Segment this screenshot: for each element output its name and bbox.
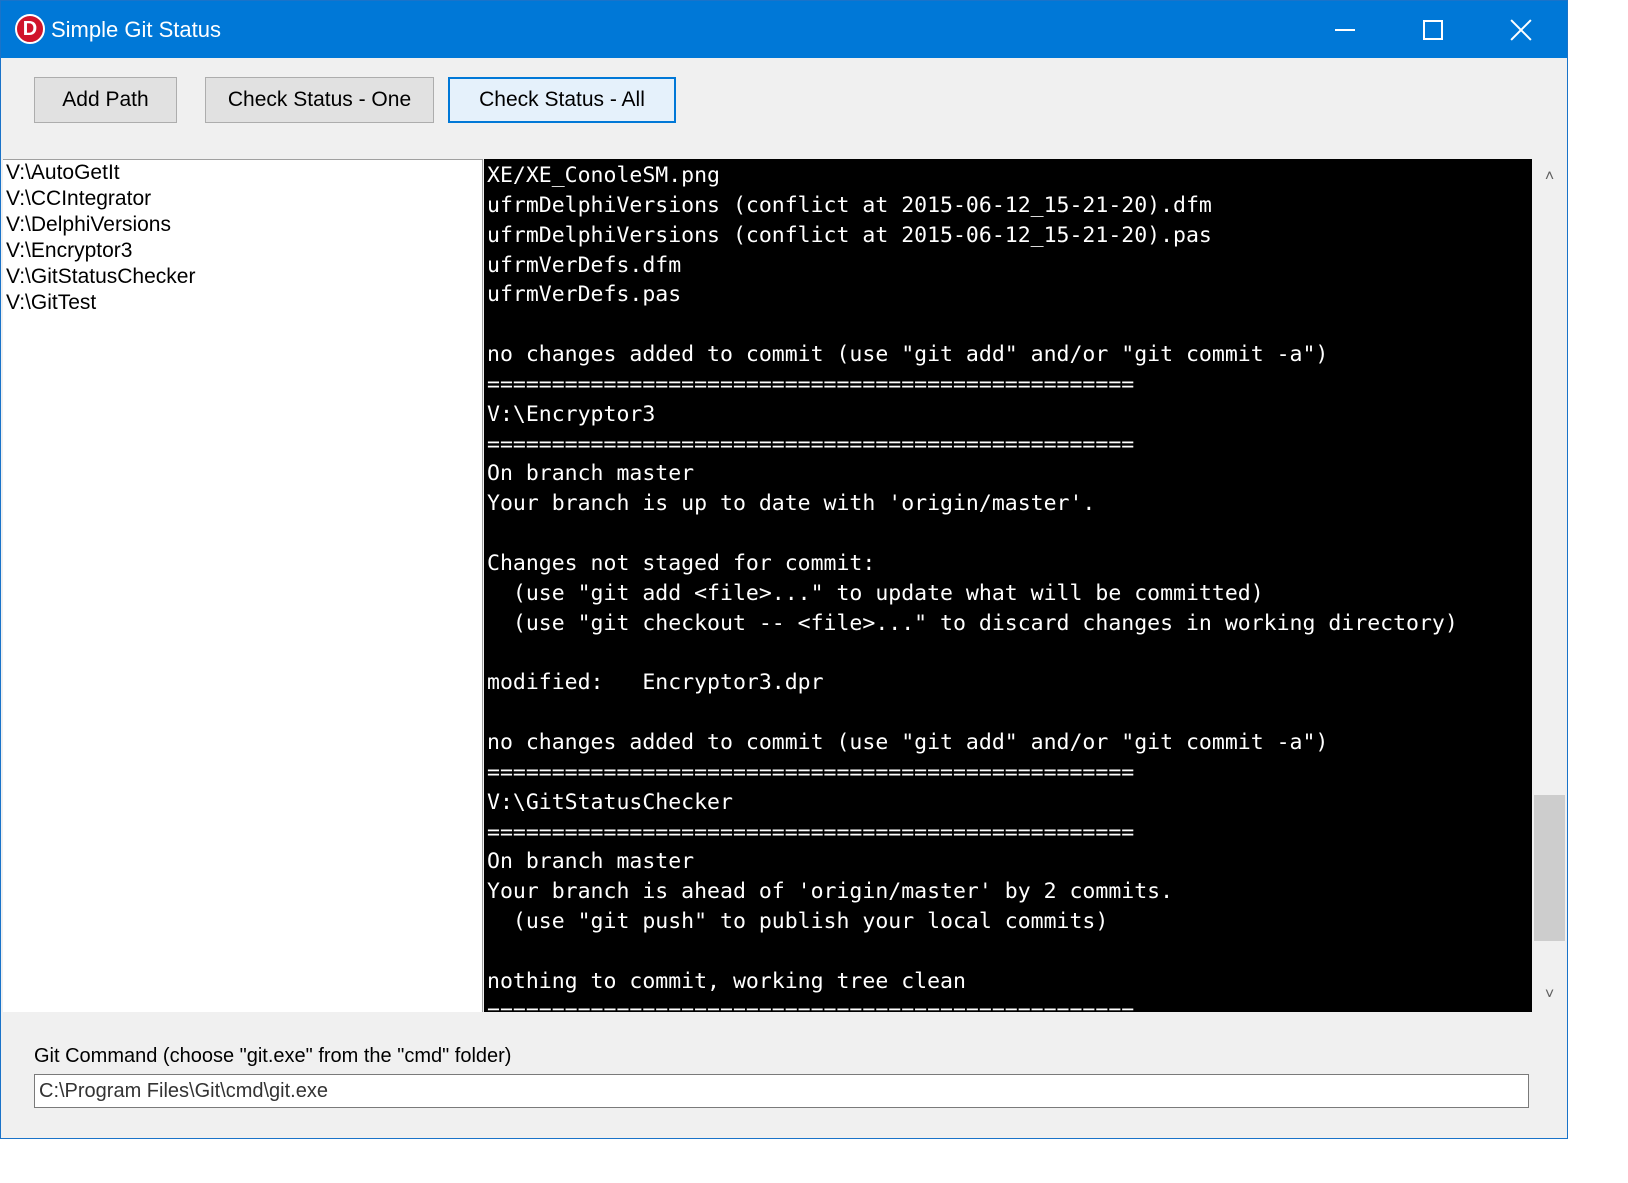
title-bar[interactable]: D Simple Git Status <box>1 1 1567 58</box>
maximize-icon <box>1423 19 1443 40</box>
console-line: On branch master <box>487 849 695 875</box>
console-line: V:\Encryptor3 <box>487 401 656 427</box>
console-line: Your branch is ahead of 'origin/master' … <box>487 879 1174 905</box>
console-text: XE/XE_ConoleSM.png ufrmDelphiVersions (co… <box>484 159 1532 1012</box>
window-title: Simple Git Status <box>51 17 221 42</box>
delphi-app-icon: D <box>15 14 45 44</box>
check-status-all-button[interactable]: Check Status - All <box>448 77 676 123</box>
console-line: Your branch is up to date with 'origin/m… <box>487 491 1096 517</box>
console-line: (use "git checkout -- <file>..." to disc… <box>487 610 1458 636</box>
console-line: nothing to commit, working tree clean <box>487 968 966 994</box>
output-console[interactable]: XE/XE_ConoleSM.png ufrmDelphiVersions (co… <box>484 159 1532 1012</box>
console-line: ========================================… <box>487 431 1135 457</box>
git-command-panel: Git Command (choose "git.exe" from the "… <box>3 1013 1567 1138</box>
console-line: ========================================… <box>487 759 1135 785</box>
console-line: On branch master <box>487 461 695 487</box>
close-button[interactable] <box>1476 1 1566 58</box>
app-window: D Simple Git Status Add Path Check Statu… <box>0 0 1568 1139</box>
check-status-one-button[interactable]: Check Status - One <box>205 77 434 123</box>
git-command-input[interactable] <box>34 1074 1529 1108</box>
path-list[interactable]: V:\AutoGetIt V:\CCIntegrator V:\DelphiVers… <box>3 159 483 1012</box>
path-list-item[interactable]: V:\GitStatusChecker <box>3 264 482 290</box>
scroll-down-arrow-icon[interactable]: ˅ <box>1532 977 1567 1012</box>
console-line: ========================================… <box>487 819 1135 845</box>
scroll-up-arrow-icon[interactable]: ˄ <box>1532 159 1567 194</box>
scroll-thumb[interactable] <box>1534 795 1565 941</box>
console-line: ========================================… <box>487 998 1135 1012</box>
console-line: modified: Encryptor3.dpr <box>487 670 824 696</box>
console-line: (use "git add <file>..." to update what … <box>487 580 1264 606</box>
path-list-item[interactable]: V:\AutoGetIt <box>3 160 482 186</box>
path-list-item[interactable]: V:\Encryptor3 <box>3 238 482 264</box>
console-line: ufrmDelphiVersions (conflict at 2015-06-… <box>487 192 1212 218</box>
console-line: ufrmVerDefs.pas <box>487 282 682 308</box>
minimize-button[interactable] <box>1300 1 1390 58</box>
console-line: XE/XE_ConoleSM.png <box>487 163 720 188</box>
console-line: Changes not staged for commit: <box>487 550 876 576</box>
git-command-label: Git Command (choose "git.exe" from the "… <box>34 1045 512 1067</box>
console-line: ========================================… <box>487 371 1135 397</box>
console-line: V:\GitStatusChecker <box>487 789 733 815</box>
path-list-item[interactable]: V:\DelphiVersions <box>3 212 482 238</box>
close-icon <box>1510 19 1532 41</box>
add-path-button[interactable]: Add Path <box>34 77 177 123</box>
minimize-icon <box>1335 28 1355 31</box>
console-line: ufrmDelphiVersions (conflict at 2015-06-… <box>487 222 1212 248</box>
console-line: no changes added to commit (use "git add… <box>487 342 1329 368</box>
console-line: (use "git push" to publish your local co… <box>487 909 1109 935</box>
path-list-item[interactable]: V:\GitTest <box>3 290 482 316</box>
console-line: no changes added to commit (use "git add… <box>487 730 1329 756</box>
console-line: ufrmVerDefs.dfm <box>487 252 682 278</box>
path-list-item[interactable]: V:\CCIntegrator <box>3 186 482 212</box>
maximize-button[interactable] <box>1388 1 1478 58</box>
console-scrollbar[interactable]: ˄ ˅ <box>1532 159 1567 1012</box>
